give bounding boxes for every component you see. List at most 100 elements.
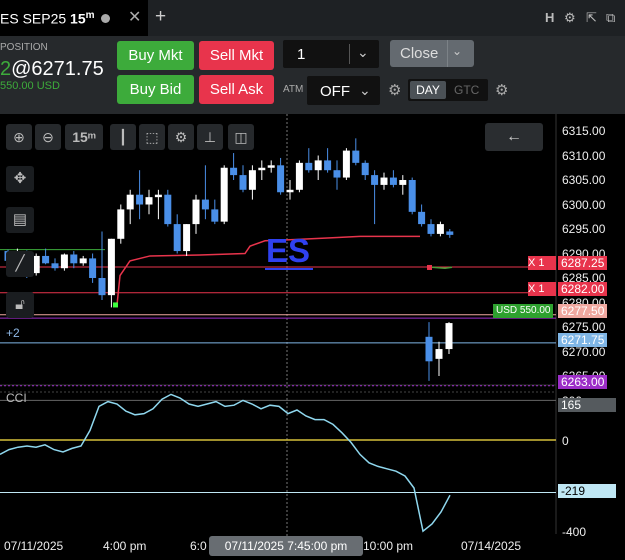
crosshair-time-label: 07/11/2025 7:45:00 pm [209, 536, 363, 556]
candle-body [408, 180, 416, 212]
target-order-cancel[interactable]: X 1 [528, 256, 556, 270]
price-axis-label: 6295.00 [562, 222, 606, 236]
buy-market-button[interactable]: Buy Mkt [117, 41, 194, 70]
lock-icon[interactable]: 🔓︎ [6, 292, 34, 318]
restore-icon[interactable]: ⇱ [586, 10, 597, 26]
indicators-icon[interactable]: ⊥ [197, 124, 223, 150]
candle-body [361, 162, 369, 176]
back-arrow-icon[interactable]: ← [485, 123, 543, 151]
divider [349, 44, 350, 64]
tif-toggle[interactable]: DAY GTC [408, 79, 488, 101]
candle-body [42, 255, 50, 264]
candle-body [164, 194, 172, 225]
candle-body [380, 177, 388, 185]
crosshair-icon[interactable]: ✥ [6, 166, 34, 192]
select-area-icon[interactable]: ⬚ [139, 124, 165, 150]
candle-body [70, 254, 78, 264]
interval-selector[interactable]: 15ᵐ [65, 124, 103, 150]
position-quantity: +2 [6, 326, 20, 340]
candle-body [427, 224, 435, 234]
candle-body [435, 349, 443, 359]
zoom-in-icon[interactable]: ⊕ [6, 124, 32, 150]
chevron-down-icon[interactable]: ⌄ [452, 44, 462, 58]
low-price-tag: 6263.00 [558, 375, 608, 389]
chevron-down-icon[interactable]: ⌄ [357, 44, 369, 61]
tif-settings-gear-icon[interactable]: ⚙ [495, 81, 508, 99]
add-tab-icon[interactable]: + [155, 6, 166, 28]
tab-bar: ES SEP25 15m ✕ + H ⚙ ⇱ ⧉ [0, 0, 625, 36]
sell-ask-button[interactable]: Sell Ask [199, 75, 274, 104]
price-axis-label: 6275.00 [562, 320, 606, 334]
close-tab-icon[interactable]: ✕ [128, 7, 141, 27]
target-marker [427, 264, 432, 270]
candle-body [201, 199, 209, 210]
chart-area[interactable] [0, 114, 625, 560]
stop-order-cancel[interactable]: X 1 [528, 282, 556, 296]
candle-body [117, 209, 125, 239]
time-axis-label: 4:00 pm [103, 539, 147, 553]
price-axis-label: 6315.00 [562, 124, 606, 138]
price-axis-label: 6310.00 [562, 148, 606, 163]
candle-body [79, 258, 87, 264]
candle-body [425, 336, 433, 362]
candle-body [446, 231, 454, 235]
candle-body [107, 238, 115, 296]
draw-line-icon[interactable]: ╱ [6, 251, 34, 277]
properties-gear-icon[interactable]: ⚙ [168, 124, 194, 150]
close-position-button[interactable]: Close ⌄ [390, 40, 474, 67]
candle-body [136, 194, 144, 205]
candle-body [60, 254, 68, 269]
quantity-value: 1 [297, 46, 306, 63]
settings-gear-icon[interactable]: ⚙ [564, 10, 576, 26]
average-price-tag: 6277.50 [558, 304, 608, 318]
candle-body [192, 199, 200, 225]
chart-tab[interactable]: ES SEP25 15m ✕ [0, 0, 148, 36]
atm-label: ATM [283, 84, 304, 95]
zoom-out-icon[interactable]: ⊖ [35, 124, 61, 150]
position-label: POSITION [0, 42, 48, 53]
candle-body [183, 224, 191, 252]
target-price-tag: 6287.25 [558, 256, 608, 270]
time-axis-label: 07/14/2025 [461, 539, 522, 553]
quantity-selector[interactable]: 1 ⌄ [283, 40, 379, 68]
candle-body [248, 170, 256, 190]
candle-body [230, 167, 238, 176]
candle-body [277, 165, 285, 193]
candle-body [239, 175, 247, 190]
atm-settings-gear-icon[interactable]: ⚙ [388, 81, 401, 99]
divider [447, 40, 448, 67]
candle-body [286, 189, 294, 193]
candle-body [211, 209, 219, 222]
popout-icon[interactable]: ⧉ [606, 10, 615, 26]
signal-line [431, 266, 453, 269]
candle-body [126, 194, 134, 210]
instrument-underline [265, 268, 313, 270]
candle-body [154, 194, 162, 198]
tab-title: ES SEP25 15m [0, 10, 95, 27]
buy-bid-button[interactable]: Buy Bid [117, 75, 194, 104]
candle-body [324, 160, 332, 171]
candle-body [352, 150, 360, 163]
candle-body [436, 224, 444, 234]
atm-strategy-select[interactable]: OFF ⌄ [307, 76, 380, 105]
position-pnl: 550.00 USD [0, 80, 60, 92]
sell-market-button[interactable]: Sell Mkt [199, 41, 274, 70]
candle-body [399, 180, 407, 185]
templates-icon[interactable]: ◫ [228, 124, 254, 150]
candle-body [267, 165, 275, 168]
candle-body [389, 177, 397, 185]
cci-axis-label: -400 [562, 525, 587, 539]
atm-value: OFF [320, 83, 350, 100]
position-pnl-tag: USD 550.00 [493, 304, 554, 318]
day-option[interactable]: DAY [410, 81, 446, 99]
header-h-icon[interactable]: H [545, 10, 554, 25]
candle-body [51, 263, 59, 269]
candle-body [145, 197, 153, 205]
chart-style-icon[interactable]: ┃ [110, 124, 136, 150]
candle-body [333, 170, 341, 178]
position-value: 2@6271.75 [0, 58, 104, 80]
connection-status-icon [101, 14, 110, 23]
gtc-option[interactable]: GTC [454, 83, 479, 97]
data-box-icon[interactable]: ▤ [6, 207, 34, 233]
price-axis-label: 6300.00 [562, 197, 606, 212]
